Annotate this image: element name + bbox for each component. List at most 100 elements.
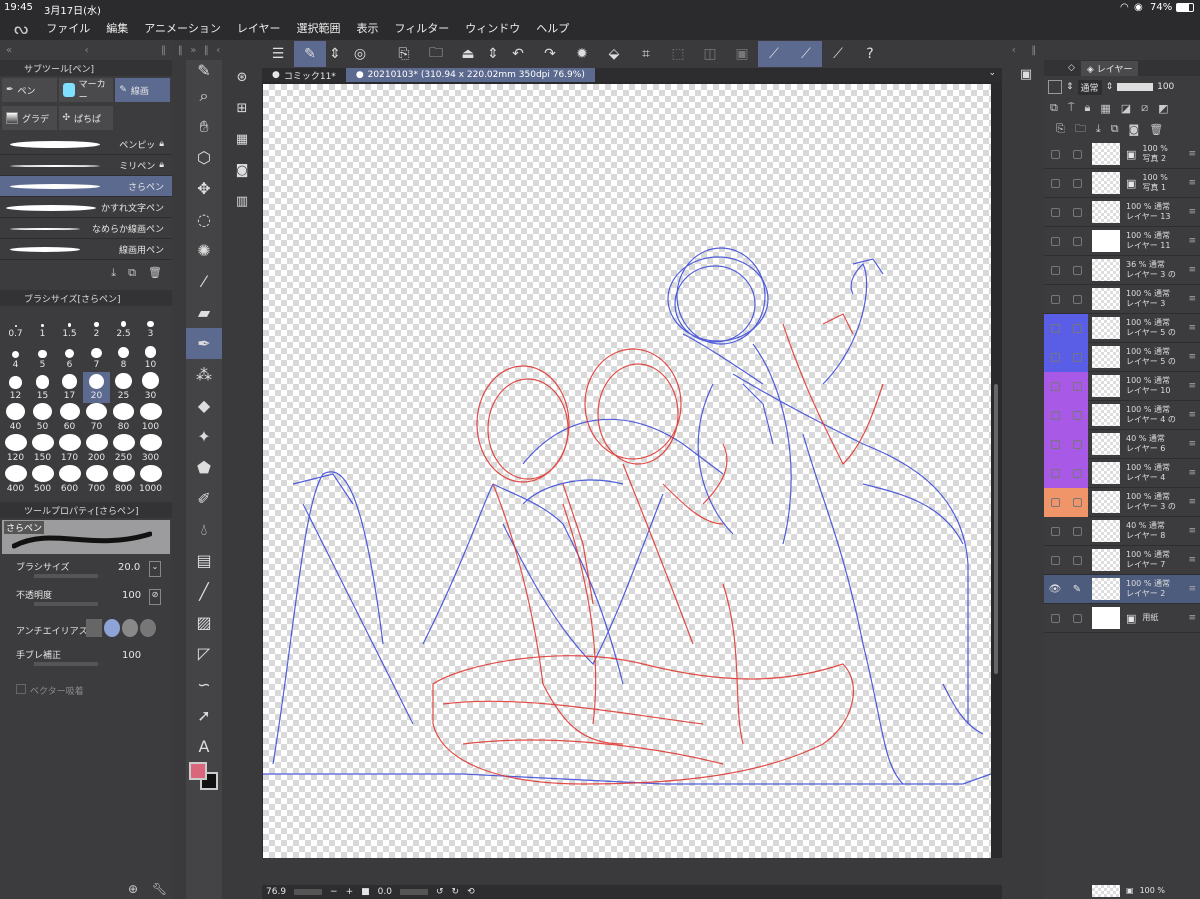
layer-visibility-toggle[interactable]	[1044, 371, 1066, 401]
brush-size-option[interactable]: 10	[137, 341, 164, 372]
combine-down-icon[interactable]: ⧉	[1111, 122, 1119, 136]
panel-grip-icon[interactable]: ‖	[204, 45, 209, 56]
water-drops-icon[interactable]: 💧︎	[186, 514, 222, 545]
undo-icon[interactable]: ↶	[502, 41, 534, 67]
brush-size-option[interactable]: 700	[83, 465, 110, 496]
expression-color-icon[interactable]	[1048, 80, 1062, 94]
chevron-left-icon[interactable]: ‹	[1012, 45, 1016, 56]
rotate-left-icon[interactable]: ↺	[436, 887, 444, 897]
layer-color-icon[interactable]: ◩	[1158, 102, 1168, 115]
loading-icon[interactable]: ✹	[566, 41, 598, 67]
rotate-slider[interactable]	[399, 889, 428, 895]
layer-lock-toggle[interactable]	[1066, 487, 1088, 517]
zoom-tool-icon[interactable]: ⌕	[186, 80, 222, 111]
brush-size-option[interactable]: 25	[110, 372, 137, 403]
menu-window[interactable]: ウィンドウ	[465, 20, 520, 36]
help-icon[interactable]: ?	[854, 41, 886, 67]
layer-lock-toggle[interactable]	[1066, 169, 1088, 198]
layer-visibility-toggle[interactable]	[1044, 546, 1066, 575]
menu-file[interactable]: ファイル	[46, 20, 90, 36]
brush-size-option[interactable]: 15	[29, 372, 56, 403]
panel-grip-icon[interactable]: ‖	[1031, 45, 1036, 56]
antialias-medium[interactable]	[122, 619, 138, 637]
layer-row[interactable]: 100 % 通常 レイヤー 4 の ≡	[1044, 400, 1200, 430]
layer-visibility-toggle[interactable]	[1044, 429, 1066, 459]
move-tool-icon[interactable]: ✥	[186, 173, 222, 204]
chevron-left-icon[interactable]: ‹	[85, 45, 89, 56]
menu-selection[interactable]: 選択範囲	[297, 20, 341, 36]
fit-icon[interactable]: ■	[361, 887, 370, 897]
brush-size-option[interactable]: 500	[29, 465, 56, 496]
layer-row[interactable]: 100 % 通常 レイヤー 3 の ≡	[1044, 487, 1200, 517]
brush-size-option[interactable]: 2.5	[110, 310, 137, 341]
brush-size-value[interactable]: 20.0	[118, 562, 140, 573]
figure-tool-icon[interactable]: ◸	[186, 638, 222, 669]
layer-row[interactable]: 100 % 通常 レイヤー 5 の ≡	[1044, 342, 1200, 372]
stabilize-slider[interactable]	[34, 662, 98, 666]
image-material-icon[interactable]: ⊞	[224, 93, 260, 124]
layer-visibility-toggle[interactable]	[1044, 227, 1066, 256]
hand-tool-icon[interactable]: ✋︎	[186, 111, 222, 142]
animation-timeline-icon[interactable]: ▣	[1008, 60, 1044, 88]
zoom-in-icon[interactable]: +	[346, 887, 354, 897]
vector-checkbox[interactable]	[16, 684, 26, 694]
brush-size-option[interactable]: 30	[137, 372, 164, 403]
layer-lock-toggle[interactable]	[1066, 198, 1088, 227]
layer-lock-toggle[interactable]	[1066, 342, 1088, 372]
drag-handle-icon[interactable]: ≡	[1188, 236, 1196, 246]
layer-row[interactable]: 100 % 通常 レイヤー 11 ≡	[1044, 227, 1200, 256]
tab-marker[interactable]: マーカー	[58, 78, 114, 103]
brush-size-option[interactable]: 8	[110, 341, 137, 372]
gradient-tool-icon[interactable]: ▨	[186, 607, 222, 638]
lock-layer-icon[interactable]: 🔒︎	[1084, 101, 1090, 115]
clip-studio-logo-icon[interactable]: ᔓ	[14, 19, 28, 38]
brush-size-option[interactable]: 5	[29, 341, 56, 372]
brush-size-option[interactable]: 7	[83, 341, 110, 372]
tab-lineart[interactable]: ✎ 線画	[115, 78, 171, 102]
brush-size-option[interactable]: 100	[137, 403, 164, 434]
fill-bucket-icon[interactable]: ⬙	[598, 41, 630, 67]
menu-filter[interactable]: フィルター	[395, 20, 450, 36]
layer-visibility-toggle[interactable]	[1044, 285, 1066, 314]
opacity-pressure-icon[interactable]: ⊘	[149, 589, 161, 605]
apply-mask-icon[interactable]: ◙	[1129, 123, 1140, 136]
panel-grip-icon[interactable]: ‖	[161, 45, 166, 56]
mask-icon[interactable]: ◪	[1121, 102, 1131, 115]
menu-view[interactable]: 表示	[357, 20, 379, 36]
pressure-toggle-icon[interactable]: ⌄	[149, 561, 161, 577]
cursor-icon[interactable]: ⊛	[224, 62, 260, 93]
drag-handle-icon[interactable]: ≡	[1188, 149, 1196, 159]
layer-row[interactable]: 100 % 通常 レイヤー 3 ≡	[1044, 285, 1200, 314]
layer-visibility-toggle[interactable]	[1044, 169, 1066, 198]
layer-visibility-toggle[interactable]	[1044, 604, 1066, 633]
layer-row[interactable]: 100 % 通常 レイヤー 5 の ≡	[1044, 313, 1200, 343]
layer-visibility-toggle[interactable]	[1044, 342, 1066, 372]
layer-visibility-toggle[interactable]	[1044, 313, 1066, 343]
auto-select-icon[interactable]: ✺	[186, 235, 222, 266]
brush-size-option[interactable]: 250	[110, 434, 137, 465]
brush-item[interactable]: かすれ文字ペン	[0, 197, 172, 218]
palette-tab[interactable]: ✎	[186, 60, 222, 80]
antialias-none[interactable]	[86, 619, 102, 637]
brush-item[interactable]: さらペン	[0, 176, 172, 197]
frame-tool-icon[interactable]: ▤	[186, 545, 222, 576]
drawing-canvas[interactable]	[263, 84, 991, 858]
layer-opacity-value[interactable]: 100	[1157, 82, 1174, 92]
brush-size-option[interactable]: 60	[56, 403, 83, 434]
drag-handle-icon[interactable]: ≡	[1188, 410, 1196, 420]
brush-size-option[interactable]: 6	[56, 341, 83, 372]
curve-tool-icon[interactable]: ∽	[186, 669, 222, 700]
brush-snap-icon[interactable]: ⟋	[790, 41, 822, 67]
reset-rotation-icon[interactable]: ⟲	[467, 887, 475, 897]
layer-lock-toggle[interactable]	[1066, 546, 1088, 575]
canvas-vertical-scrollbar[interactable]	[994, 384, 998, 674]
layer-lock-toggle[interactable]	[1066, 227, 1088, 256]
redo-icon[interactable]: ↷	[534, 41, 566, 67]
layer-lock-toggle[interactable]	[1066, 429, 1088, 459]
layer-lock-toggle[interactable]	[1066, 140, 1088, 169]
collapse-left-icon[interactable]: «	[6, 45, 12, 56]
drag-handle-icon[interactable]: ≡	[1188, 584, 1196, 594]
open-folder-icon[interactable]: 🗀︎	[420, 41, 452, 67]
zoom-slider[interactable]	[294, 889, 323, 895]
drag-handle-icon[interactable]: ≡	[1188, 207, 1196, 217]
